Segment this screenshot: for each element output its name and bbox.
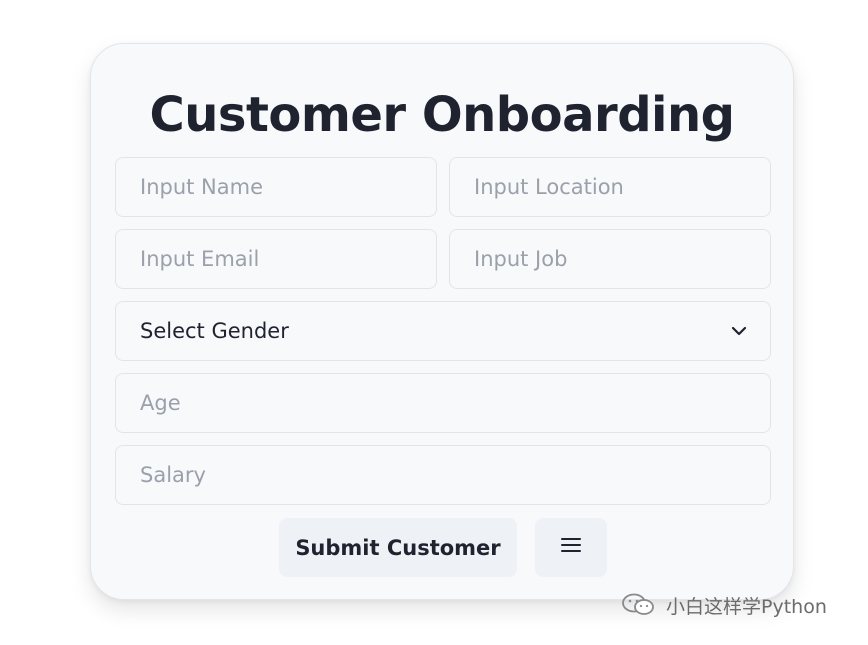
onboarding-card: Customer Onboarding Input Name Input Loc…: [90, 43, 794, 600]
email-input-placeholder: Input Email: [140, 247, 260, 271]
hamburger-menu-icon: [560, 536, 582, 559]
wechat-icon: [620, 592, 658, 618]
gender-select-value: Select Gender: [140, 319, 289, 343]
menu-button[interactable]: [535, 518, 607, 577]
submit-customer-label: Submit Customer: [295, 535, 501, 560]
watermark-text: 小白这样学Python: [666, 595, 827, 618]
watermark: 小白这样学Python: [620, 590, 827, 620]
age-input[interactable]: Age: [115, 373, 771, 433]
chevron-down-icon[interactable]: [728, 320, 750, 342]
job-input-placeholder: Input Job: [474, 247, 568, 271]
location-input[interactable]: Input Location: [449, 157, 771, 217]
location-input-placeholder: Input Location: [474, 175, 624, 199]
email-input[interactable]: Input Email: [115, 229, 437, 289]
page-title: Customer Onboarding: [149, 87, 735, 143]
name-input[interactable]: Input Name: [115, 157, 437, 217]
submit-customer-button[interactable]: Submit Customer: [279, 518, 517, 577]
gender-select[interactable]: Select Gender: [115, 301, 771, 361]
job-input[interactable]: Input Job: [449, 229, 771, 289]
salary-input[interactable]: Salary: [115, 445, 771, 505]
age-input-placeholder: Age: [140, 391, 181, 415]
salary-input-placeholder: Salary: [140, 463, 206, 487]
name-input-placeholder: Input Name: [140, 175, 264, 199]
